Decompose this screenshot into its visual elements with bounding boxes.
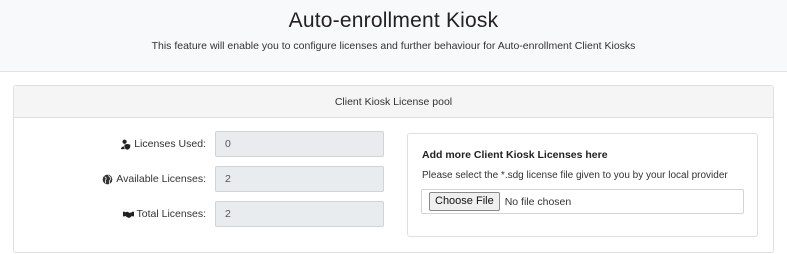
- licenses-used-label: Licenses Used:: [134, 138, 206, 150]
- choose-file-button[interactable]: Choose File: [429, 192, 500, 211]
- file-status-text: No file chosen: [504, 195, 572, 208]
- add-licenses-panel: Add more Client Kiosk Licenses here Plea…: [407, 133, 758, 237]
- total-licenses-field: 2: [215, 201, 384, 227]
- page-subtitle: This feature will enable you to configur…: [151, 40, 636, 52]
- available-licenses-row: Available Licenses: 2: [14, 166, 394, 192]
- available-licenses-label: Available Licenses:: [116, 173, 206, 185]
- page-header: Auto-enrollment Kiosk This feature will …: [0, 0, 787, 72]
- total-licenses-row: Total Licenses: 2: [14, 201, 394, 227]
- licenses-used-field: 0: [215, 131, 384, 157]
- available-licenses-field: 2: [215, 166, 384, 192]
- user-shield-icon: [121, 139, 132, 150]
- add-licenses-heading: Add more Client Kiosk Licenses here: [422, 149, 608, 161]
- card-title: Client Kiosk License pool: [14, 86, 773, 118]
- globe-icon: [102, 174, 113, 184]
- licenses-used-row: Licenses Used: 0: [14, 131, 394, 157]
- license-pool-card: Client Kiosk License pool Licenses Used:…: [13, 85, 774, 253]
- license-file-input[interactable]: Choose File No file chosen: [421, 189, 744, 214]
- page-title: Auto-enrollment Kiosk: [288, 9, 499, 32]
- handshake-icon: [122, 211, 134, 218]
- add-licenses-description: Please select the *.sdg license file giv…: [422, 170, 728, 181]
- total-licenses-label: Total Licenses:: [136, 208, 206, 220]
